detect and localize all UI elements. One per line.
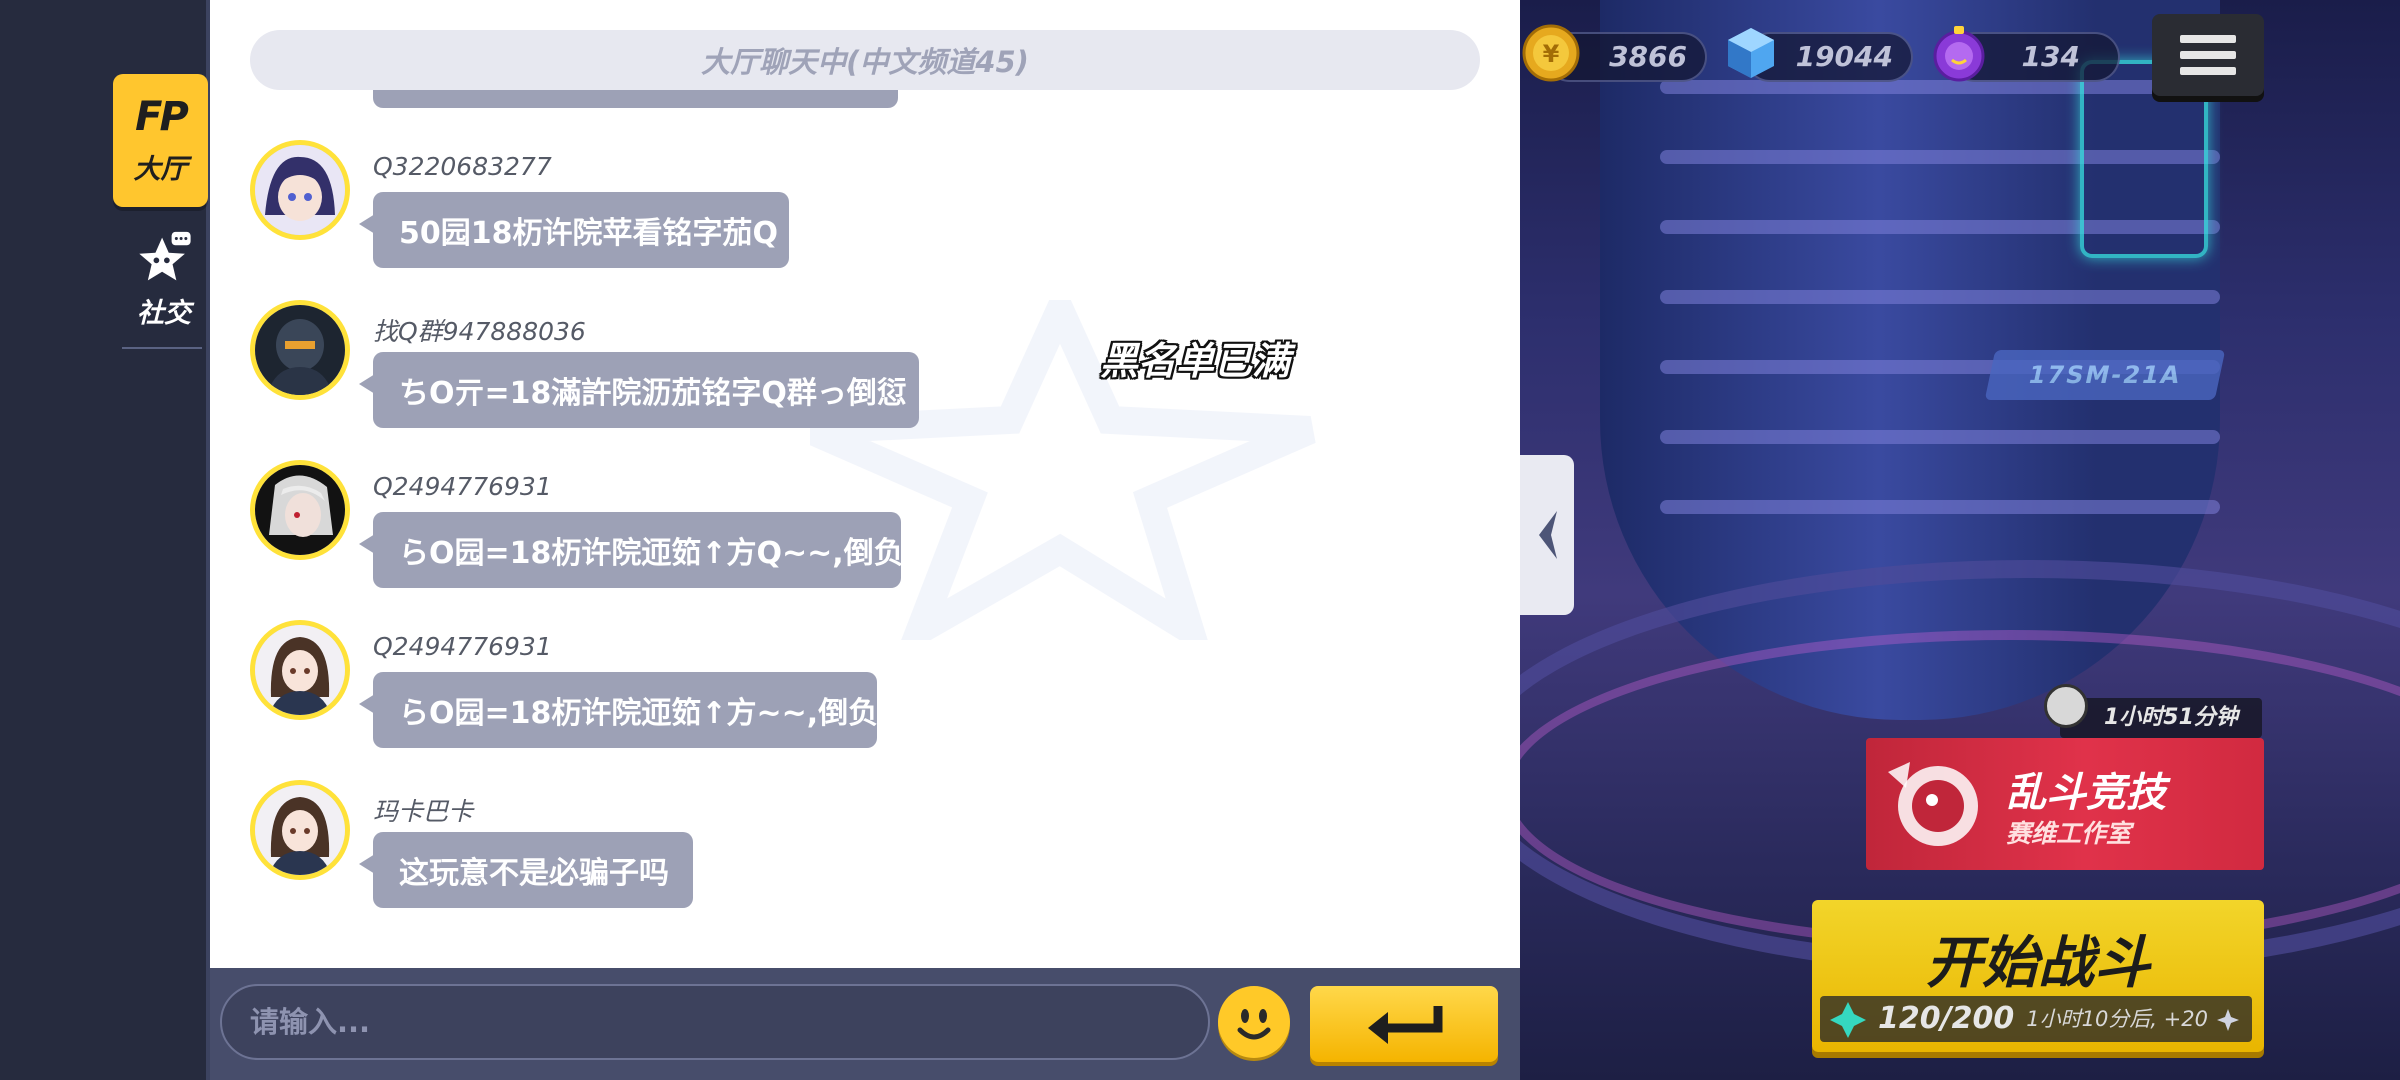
nav-lobby-button[interactable]: FP 大厅 [113,74,208,207]
blacklist-full-toast: 黑名单已满 [1100,339,1291,383]
collapse-arrow-icon [1539,511,1557,559]
start-battle-button[interactable]: 开始战斗 120/200 1小时10分后, +20 [1812,900,2264,1052]
event-timer: 1小时51分钟 [2060,698,2262,738]
star-chat-icon [139,231,191,281]
fp-logo-icon: FP [135,94,189,140]
emoji-icon [1237,1009,1271,1040]
stamina-value: 120/200 [1878,1001,2015,1036]
chat-panel: 大厅聊天中(中文频道45) Q3220683277 50园18杤许院苹看铭字茄Q [210,0,1520,968]
channel-title[interactable]: 大厅聊天中(中文频道45) [250,30,1480,90]
avatar[interactable] [250,460,350,560]
gem-cube-icon [1728,28,1774,78]
message-username: 玛卡巴卡 [373,797,474,826]
collapse-chat-tab[interactable] [1520,455,1574,615]
message-bubble: ちO亓=18滿許院沥茄铭字Q群っ倒愆 [359,352,919,428]
nav-social-button[interactable]: 社交 [122,230,206,330]
building-sign: 17SM-21A [1984,350,2226,400]
stopwatch-icon [2044,684,2088,728]
message-username: 找Q群947888036 [373,317,586,346]
avatar[interactable] [250,300,350,400]
message-bubble: らO园=18杤许院迊筎↑方Q~~,倒负 [359,512,904,588]
avatar-image [255,305,345,395]
svg-text:¥: ¥ [1543,40,1560,68]
message-username: Q2494776931 [373,472,552,501]
main-menu-button[interactable] [2152,14,2264,96]
chat-input-bar [210,968,1520,1080]
token-icon [1933,26,1985,82]
message-bubble: 这玩意不是必骗子吗 [359,832,693,908]
avatar-image [255,145,345,235]
message-bubble: らO园=18杤许院迊筎↑方~~,倒负 [359,672,878,748]
message-username: Q2494776931 [373,632,552,661]
mode-subtitle: 赛维工作室 [2006,819,2132,848]
avatar[interactable] [250,620,350,720]
avatar[interactable] [250,140,350,240]
avatar-image [255,625,345,715]
avatar[interactable] [250,780,350,880]
emoji-button[interactable] [1218,986,1290,1058]
mode-title: 乱斗竞技 [2006,770,2166,816]
start-battle-label: 开始战斗 [1926,931,2150,996]
game-mode-banner[interactable]: 乱斗竞技 赛维工作室 [1866,738,2264,870]
gold-coin-icon: ¥ [1522,24,1580,82]
mode-mascot-icon [1888,762,1978,846]
message-username: Q3220683277 [373,152,552,181]
send-button[interactable] [1310,986,1498,1062]
gold-value: 3866 [1609,40,1687,73]
token-value: 134 [2021,40,2080,73]
avatar-image [255,785,345,875]
nav-lobby-label: 大厅 [133,154,188,185]
event-timer-text: 1小时51分钟 [2104,705,2238,730]
menu-icon [2180,35,2236,43]
avatar-image [255,465,345,555]
chat-input[interactable] [220,984,1210,1060]
stamina-bar: 120/200 1小时10分后, +20 [1820,996,2252,1042]
stamina-regen-text: 1小时10分后, +20 [2026,1007,2208,1031]
rail-divider [122,347,202,349]
enter-icon [1368,1006,1443,1044]
gem-value: 19044 [1795,40,1893,73]
stamina-gem-icon [1830,1002,1866,1038]
stamina-gem-small-icon [2217,1009,2239,1031]
nav-social-label: 社交 [137,298,191,329]
message-bubble: 50园18杤许院苹看铭字茄Q [359,192,789,268]
